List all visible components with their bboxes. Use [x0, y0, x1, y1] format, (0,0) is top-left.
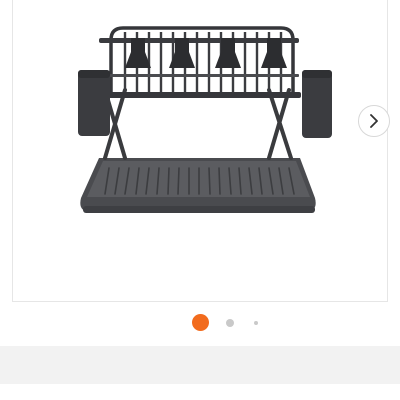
image-gallery[interactable] — [12, 0, 390, 302]
image-pagination — [0, 314, 400, 332]
dish-rack-image — [78, 26, 332, 213]
pagination-dot-3[interactable] — [254, 321, 258, 325]
pagination-dot-2[interactable] — [226, 319, 234, 327]
product-page — [0, 0, 400, 400]
pagination-dot-1[interactable] — [192, 314, 209, 331]
product-title-area — [0, 384, 400, 400]
section-divider-band — [0, 346, 400, 384]
next-image-button[interactable] — [358, 105, 390, 137]
chevron-right-icon — [370, 114, 378, 128]
